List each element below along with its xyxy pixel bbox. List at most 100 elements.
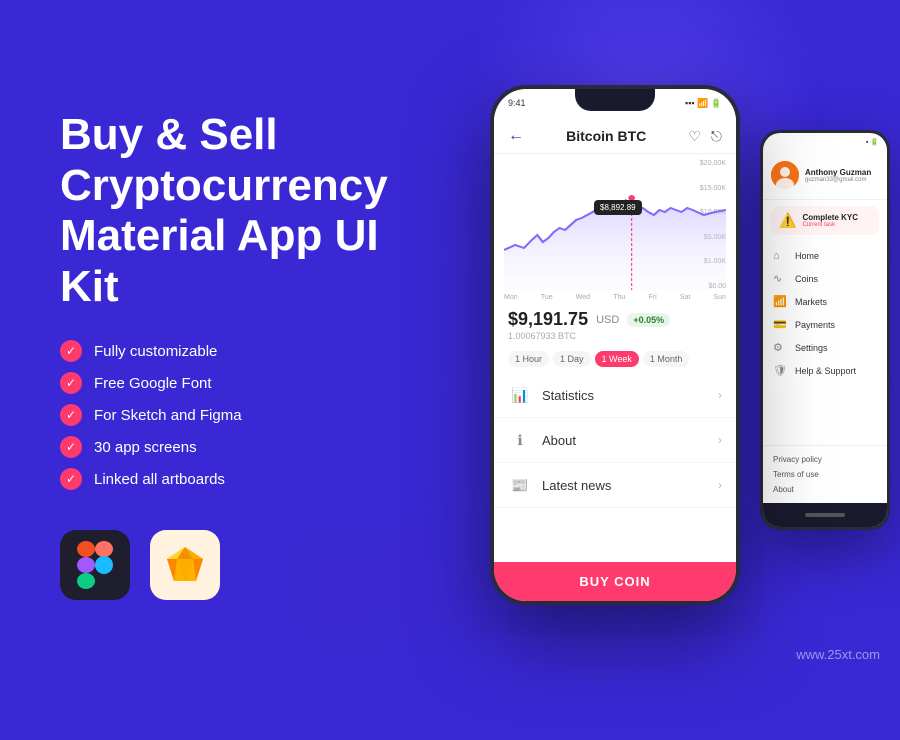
back-arrow-icon[interactable]: ← [508, 127, 524, 145]
payments-label: Payments [795, 320, 835, 330]
payments-icon: 💳 [773, 318, 787, 331]
menu-item-statistics[interactable]: 📊 Statistics › [494, 373, 736, 418]
phone-bottom-nav: ⊡ [494, 601, 736, 605]
phone-notch [575, 89, 655, 111]
statistics-chevron-icon: › [718, 388, 722, 402]
app-icons [60, 530, 440, 600]
menu-items: 📊 Statistics › ℹ About › 📰 Latest news › [494, 373, 736, 562]
status-icons: ▪▪▪ 📶 🔋 [685, 98, 722, 109]
time-btn-1week[interactable]: 1 Week [595, 351, 639, 367]
side-nav-home[interactable]: ⌂ Home [763, 245, 887, 267]
watermark: www.25xt.com [796, 647, 880, 662]
time-btn-1month[interactable]: 1 Month [643, 351, 690, 367]
about-icon: ℹ [508, 428, 532, 452]
left-section: Buy & SellCryptocurrencyMaterial App UI … [60, 110, 440, 600]
about-link[interactable]: About [773, 482, 877, 497]
statistics-label: Statistics [542, 388, 594, 403]
privacy-policy-link[interactable]: Privacy policy [773, 452, 877, 467]
side-nav-payments[interactable]: 💳 Payments [763, 313, 887, 336]
share-icon[interactable]: ⎋ [711, 128, 722, 145]
menu-item-about[interactable]: ℹ About › [494, 418, 736, 463]
markets-icon: 📶 [773, 295, 787, 308]
side-nav-help[interactable]: 🛡 Help & Support [763, 359, 887, 382]
menu-item-latestnews[interactable]: 📰 Latest news › [494, 463, 736, 508]
about-label: About [542, 433, 576, 448]
price-currency: USD [596, 314, 619, 326]
figma-icon-box [60, 530, 130, 600]
latestnews-label: Latest news [542, 478, 611, 493]
time-btn-1day[interactable]: 1 Day [553, 351, 591, 367]
kyc-banner[interactable]: ⚠️ Complete KYC Current task [771, 206, 879, 235]
kyc-title: Complete KYC [802, 213, 871, 222]
coin-title: Bitcoin BTC [566, 128, 646, 144]
statistics-icon: 📊 [508, 383, 532, 407]
side-bottom-bar [763, 503, 887, 527]
status-time: 9:41 [508, 98, 526, 108]
kyc-alert-icon: ⚠️ [779, 212, 796, 229]
side-nav-settings[interactable]: ⚙ Settings [763, 336, 887, 359]
menu-item-about-left: ℹ About [508, 428, 576, 452]
menu-item-latestnews-left: 📰 Latest news [508, 473, 611, 497]
check-icon-5: ✓ [60, 468, 82, 490]
menu-item-statistics-left: 📊 Statistics [508, 383, 594, 407]
side-nav-coins[interactable]: ∿ Coins [763, 267, 887, 290]
coins-label: Coins [795, 274, 818, 284]
chart-container: $20.00K $15.00K $10.00K $5.00K $1.00K $0… [504, 160, 726, 290]
feature-item-1: ✓ Fully customizable [60, 340, 440, 362]
settings-icon: ⚙ [773, 341, 787, 354]
help-label: Help & Support [795, 366, 856, 376]
side-nav-markets[interactable]: 📶 Markets [763, 290, 887, 313]
profile-name: Anthony Guzman [805, 168, 879, 177]
check-icon-3: ✓ [60, 404, 82, 426]
about-chevron-icon: › [718, 433, 722, 447]
help-icon: 🛡 [773, 364, 787, 377]
home-label: Home [795, 251, 819, 261]
check-icon-4: ✓ [60, 436, 82, 458]
feature-item-4: ✓ 30 app screens [60, 436, 440, 458]
profile-info: Anthony Guzman guzman33@gmail.com [805, 168, 879, 183]
markets-label: Markets [795, 297, 827, 307]
kyc-text: Complete KYC Current task [802, 213, 871, 228]
side-status-bar: ▪ 🔋 [763, 133, 887, 151]
heart-icon[interactable]: ♡ [688, 128, 701, 145]
buy-coin-button[interactable]: BUY COIN [494, 562, 736, 601]
settings-label: Settings [795, 343, 828, 353]
sketch-icon-box [150, 530, 220, 600]
terms-link[interactable]: Terms of use [773, 467, 877, 482]
bottom-indicator [805, 513, 845, 517]
phone-side: ▪ 🔋 Anthony Guzman guzman33@gmail.com ⚠️… [760, 130, 890, 530]
price-change-badge: +0.05% [627, 313, 670, 327]
latestnews-chevron-icon: › [718, 478, 722, 492]
kyc-subtitle: Current task [802, 222, 871, 228]
price-section: $9,191.75 USD +0.05% 1.00067933 BTC [494, 301, 736, 345]
price-value: $9,191.75 [508, 309, 588, 330]
time-buttons: 1 Hour 1 Day 1 Week 1 Month [494, 345, 736, 373]
main-title: Buy & SellCryptocurrencyMaterial App UI … [60, 110, 440, 312]
profile-email: guzman33@gmail.com [805, 177, 879, 183]
figma-logo-svg [77, 541, 113, 589]
check-icon-1: ✓ [60, 340, 82, 362]
app-header: ← Bitcoin BTC ♡ ⎋ [494, 117, 736, 154]
chart-area: $20.00K $15.00K $10.00K $5.00K $1.00K $0… [494, 154, 736, 301]
header-action-icons: ♡ ⎋ [688, 128, 722, 145]
chart-x-labels: Mon Tue Wed Thu Fri Sat Sun [504, 290, 726, 301]
check-icon-2: ✓ [60, 372, 82, 394]
side-footer: Privacy policy Terms of use About [763, 445, 887, 503]
feature-item-2: ✓ Free Google Font [60, 372, 440, 394]
side-nav: ⌂ Home ∿ Coins 📶 Markets 💳 Payments ⚙ Se… [763, 241, 887, 445]
profile-avatar [771, 161, 799, 189]
side-content: Anthony Guzman guzman33@gmail.com ⚠️ Com… [763, 151, 887, 527]
phone-main: 9:41 ▪▪▪ 📶 🔋 ← Bitcoin BTC ♡ ⎋ $20.00K $… [490, 85, 740, 605]
price-btc: 1.00067933 BTC [508, 331, 722, 341]
coins-icon: ∿ [773, 272, 787, 285]
feature-item-5: ✓ Linked all artboards [60, 468, 440, 490]
latestnews-icon: 📰 [508, 473, 532, 497]
side-profile: Anthony Guzman guzman33@gmail.com [763, 151, 887, 200]
phone-content: ← Bitcoin BTC ♡ ⎋ $20.00K $15.00K $10.00… [494, 117, 736, 601]
features-list: ✓ Fully customizable ✓ Free Google Font … [60, 340, 440, 490]
sketch-logo-svg [163, 543, 207, 587]
time-btn-1hour[interactable]: 1 Hour [508, 351, 549, 367]
chart-svg [504, 160, 726, 290]
feature-item-3: ✓ For Sketch and Figma [60, 404, 440, 426]
chart-tooltip: $8,892.89 [594, 200, 642, 215]
